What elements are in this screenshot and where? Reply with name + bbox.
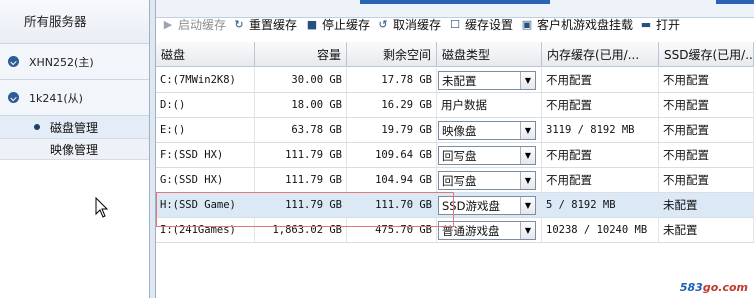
bullet-icon	[34, 124, 40, 130]
table-row[interactable]: D:() 18.00 GB 16.29 GB 用户数据 不用配置 不用配置	[156, 93, 754, 118]
start-cache-button[interactable]: ▶ 启动缓存	[162, 14, 226, 34]
table-row[interactable]: E:() 63.78 GB 19.79 GB 映像盘 ▼ 3119 / 8192 MB 不用…	[156, 118, 754, 143]
table-row[interactable]: C:(7MWin2K8) 30.00 GB 17.78 GB 未配置 ▼ 不用配置 不用配置	[156, 68, 754, 93]
cell-memory-cache: 5 / 8192 MB	[542, 193, 659, 217]
cell-free-space: 19.79 GB	[347, 118, 437, 142]
chevron-down-icon[interactable]: ▼	[520, 197, 535, 214]
cell-memory-cache: 3119 / 8192 MB	[542, 118, 659, 142]
cell-disk-type: 未配置 ▼	[437, 68, 542, 92]
cache-settings-button[interactable]: ☐ 缓存设置	[449, 14, 513, 34]
server-item-xhn252[interactable]: XHN252(主)	[0, 44, 149, 80]
chevron-down-icon[interactable]: ▼	[520, 222, 535, 239]
cell-disk-type: 用户数据	[437, 93, 542, 117]
chevron-down-icon[interactable]: ▼	[520, 172, 535, 189]
header-disk-type[interactable]: 磁盘类型	[437, 42, 542, 67]
mouse-cursor-icon	[95, 197, 109, 218]
cell-capacity: 30.00 GB	[255, 68, 347, 92]
cell-memory-cache: 不用配置	[542, 168, 659, 192]
cell-disk: F:(SSD HX)	[156, 143, 255, 167]
header-capacity[interactable]: 容量	[255, 42, 347, 67]
cell-capacity: 111.79 GB	[255, 193, 347, 217]
nav-label: 映像管理	[50, 142, 99, 157]
header-free-space[interactable]: 剩余空间	[347, 42, 437, 67]
cell-ssd-cache: 不用配置	[659, 143, 754, 167]
cell-memory-cache: 不用配置	[542, 68, 659, 92]
play-icon: ▶	[163, 17, 173, 31]
cell-ssd-cache: 未配置	[659, 218, 754, 242]
server-label: XHN252(主)	[29, 55, 94, 69]
disk-type-select[interactable]: 回写盘 ▼	[438, 146, 536, 165]
checkbox-icon: ☐	[450, 17, 460, 31]
cell-disk-type: 普通游戏盘 ▼	[437, 218, 542, 242]
stop-cache-button[interactable]: ■ 停止缓存	[306, 14, 370, 34]
header-disk[interactable]: 磁盘	[156, 42, 255, 67]
cell-disk: H:(SSD Game)	[156, 193, 255, 217]
cell-memory-cache: 不用配置	[542, 143, 659, 167]
toolbar-accent-strip	[156, 0, 754, 4]
header-ssd-cache[interactable]: SSD缓存(已用/...	[659, 42, 754, 67]
folder-icon: ▬	[640, 17, 652, 31]
cell-disk: C:(7MWin2K8)	[156, 68, 255, 92]
mount-icon: ▣	[521, 17, 533, 31]
cell-ssd-cache: 不用配置	[659, 68, 754, 92]
expand-icon[interactable]	[8, 56, 19, 67]
nav-image-management[interactable]: 映像管理	[0, 138, 149, 160]
table-row[interactable]: I:(241Games) 1,863.02 GB 475.70 GB 普通游戏盘 ▼ 10…	[156, 218, 754, 243]
cancel-icon: ↺	[378, 17, 388, 31]
cell-ssd-cache: 不用配置	[659, 168, 754, 192]
disk-type-select[interactable]: 映像盘 ▼	[438, 121, 536, 140]
cell-free-space: 104.94 GB	[347, 168, 437, 192]
cell-capacity: 1,863.02 GB	[255, 218, 347, 242]
cell-memory-cache: 不用配置	[542, 93, 659, 117]
disk-type-select[interactable]: 回写盘 ▼	[438, 171, 536, 190]
cancel-cache-button[interactable]: ↺ 取消缓存	[377, 14, 441, 34]
disk-table: 磁盘 容量 剩余空间 磁盘类型 内存缓存(已用/... SSD缓存(已用/...…	[156, 42, 754, 298]
disk-type-select[interactable]: 未配置 ▼	[438, 71, 536, 90]
cell-ssd-cache: 不用配置	[659, 118, 754, 142]
cell-disk-type: 回写盘 ▼	[437, 143, 542, 167]
cell-memory-cache: 10238 / 10240 MB	[542, 218, 659, 242]
cell-disk-type: 映像盘 ▼	[437, 118, 542, 142]
cell-ssd-cache: 未配置	[659, 193, 754, 217]
cell-disk-type: 回写盘 ▼	[437, 168, 542, 192]
client-game-disk-mount-button[interactable]: ▣ 客户机游戏盘挂载	[521, 14, 633, 34]
disk-type-select[interactable]: SSD游戏盘 ▼	[438, 196, 536, 215]
reset-icon: ↻	[234, 17, 244, 31]
cell-free-space: 109.64 GB	[347, 143, 437, 167]
chevron-down-icon[interactable]: ▼	[520, 147, 535, 164]
disk-type-select[interactable]: 普通游戏盘 ▼	[438, 221, 536, 240]
cell-capacity: 63.78 GB	[255, 118, 347, 142]
open-button[interactable]: ▬ 打开	[640, 14, 680, 34]
cell-capacity: 18.00 GB	[255, 93, 347, 117]
stop-icon: ■	[306, 17, 318, 31]
all-servers-title[interactable]: 所有服务器	[0, 0, 149, 44]
reset-cache-button[interactable]: ↻ 重置缓存	[233, 14, 297, 34]
server-tree-panel: 所有服务器 XHN252(主) 1k241(从) 磁盘管理 映像管理	[0, 0, 150, 298]
cell-free-space: 475.70 GB	[347, 218, 437, 242]
cell-capacity: 111.79 GB	[255, 168, 347, 192]
server-label: 1k241(从)	[29, 91, 83, 105]
header-memory-cache[interactable]: 内存缓存(已用/...	[542, 42, 659, 67]
nav-label: 磁盘管理	[50, 120, 99, 135]
cell-disk: E:()	[156, 118, 255, 142]
table-row[interactable]: G:(SSD HX) 111.79 GB 104.94 GB 回写盘 ▼ 不用配置 不用配置	[156, 168, 754, 193]
cell-free-space: 17.78 GB	[347, 68, 437, 92]
table-row[interactable]: F:(SSD HX) 111.79 GB 109.64 GB 回写盘 ▼ 不用配置 不用配置	[156, 143, 754, 168]
cell-free-space: 111.70 GB	[347, 193, 437, 217]
chevron-down-icon[interactable]: ▼	[520, 122, 535, 139]
expand-icon[interactable]	[8, 92, 19, 103]
nav-disk-management[interactable]: 磁盘管理	[0, 116, 149, 138]
chevron-down-icon[interactable]: ▼	[520, 72, 535, 89]
table-row[interactable]: H:(SSD Game) 111.79 GB 111.70 GB SSD游戏盘 ▼ 5 /…	[156, 193, 754, 218]
server-item-1k241[interactable]: 1k241(从)	[0, 80, 149, 116]
cell-capacity: 111.79 GB	[255, 143, 347, 167]
cell-disk-type: SSD游戏盘 ▼	[437, 193, 542, 217]
cell-disk: I:(241Games)	[156, 218, 255, 242]
cell-disk: G:(SSD HX)	[156, 168, 255, 192]
cell-ssd-cache: 不用配置	[659, 93, 754, 117]
cell-free-space: 16.29 GB	[347, 93, 437, 117]
watermark: 583go.com	[679, 281, 748, 294]
cell-disk: D:()	[156, 93, 255, 117]
